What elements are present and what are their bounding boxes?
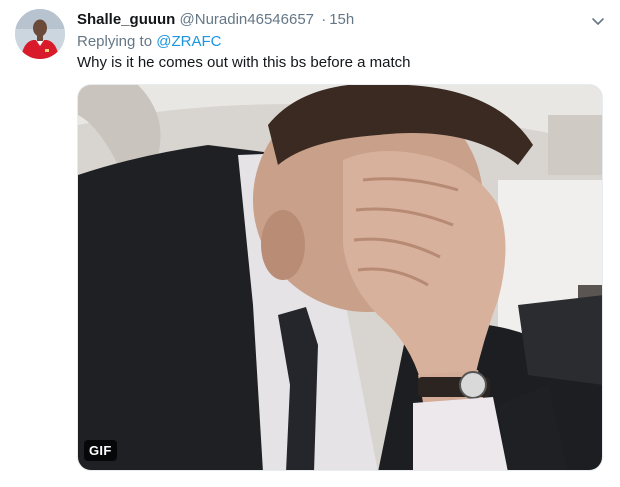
avatar[interactable] bbox=[15, 9, 65, 59]
display-name[interactable]: Shalle_guuun bbox=[77, 11, 175, 28]
gif-frame bbox=[78, 85, 602, 470]
timestamp[interactable]: 15h bbox=[329, 11, 354, 28]
separator-dot: · bbox=[321, 11, 327, 28]
tweet-header: Shalle_guuun @Nuradin46546657 · 15h bbox=[77, 10, 354, 30]
replying-to: Replying to @ZRAFC bbox=[77, 32, 221, 52]
chevron-down-icon[interactable] bbox=[588, 11, 608, 31]
tweet-text: Why is it he comes out with this bs befo… bbox=[77, 54, 411, 71]
gif-badge: GIF bbox=[84, 440, 117, 461]
reply-mention-link[interactable]: @ZRAFC bbox=[156, 33, 221, 50]
handle[interactable]: @Nuradin46546657 bbox=[180, 11, 315, 28]
replying-prefix: Replying to bbox=[77, 33, 153, 50]
gif-media[interactable] bbox=[77, 84, 603, 471]
tweet: Shalle_guuun @Nuradin46546657 · 15h Reply… bbox=[0, 0, 620, 487]
